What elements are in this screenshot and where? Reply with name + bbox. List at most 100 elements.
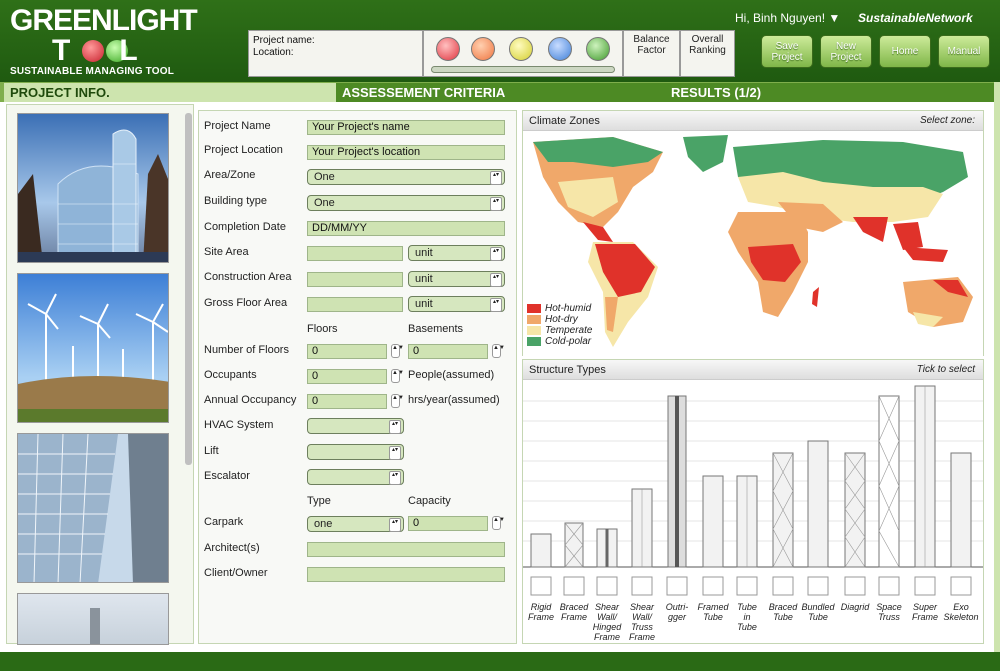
structure-label-2-line-3: Frame	[594, 632, 620, 642]
completion-date-input[interactable]: DD/MM/YY	[307, 221, 505, 236]
carpark-type-select[interactable]: one	[307, 516, 404, 532]
floors-stepper-icon[interactable]: ▲▼	[391, 344, 404, 358]
project-location-input[interactable]: Your Project's location	[307, 145, 505, 160]
gallery-scrollbar[interactable]	[185, 113, 192, 465]
structure-types-panel: Structure Types Tick to select Rigid Fra…	[522, 359, 984, 644]
footer-bar	[0, 652, 1000, 671]
braced-frame-drawing	[564, 522, 584, 568]
diagrid-drawing	[844, 452, 866, 568]
basements-input[interactable]: 0	[408, 344, 488, 359]
annual-occupancy-stepper-icon[interactable]: ▲▼	[391, 394, 404, 408]
structure-label-8-line-0: Bundled	[801, 602, 835, 612]
structure-label-0-line-0: Rigid	[531, 602, 553, 612]
lift-label: Lift	[204, 445, 219, 457]
structure-label-2-line-2: Hinged	[593, 622, 623, 632]
structure-labels: RigidFrameBracedFrameShearWall/HingedFra…	[528, 602, 979, 642]
floors-header: Floors	[307, 323, 338, 335]
chevron-down-icon[interactable]: ▼	[828, 11, 840, 25]
hvac-select[interactable]	[307, 418, 404, 434]
yellow-indicator-icon[interactable]	[509, 37, 533, 61]
tab-results[interactable]: RESULTS (1/2)	[665, 83, 995, 102]
architect-input[interactable]	[307, 542, 505, 557]
bundled-tube-checkbox[interactable]	[807, 576, 829, 596]
site-area-input[interactable]	[307, 246, 403, 261]
structure-label-4-line-0: Outri-	[666, 602, 689, 612]
save-project-button[interactable]: Save Project	[761, 35, 813, 68]
type-header: Type	[307, 495, 331, 507]
braced-frame-checkbox[interactable]	[563, 576, 585, 596]
photo-glass-tower[interactable]	[17, 113, 169, 263]
project-name-input[interactable]: Your Project's name	[307, 120, 505, 135]
structure-label-1-line-1: Frame	[561, 612, 587, 622]
new-project-button[interactable]: New Project	[820, 35, 872, 68]
area-zone-select[interactable]: One	[307, 169, 505, 185]
outrigger-checkbox[interactable]	[666, 576, 688, 596]
exo-skeleton-checkbox[interactable]	[950, 576, 972, 596]
tube-in-tube-checkbox[interactable]	[736, 576, 758, 596]
legend-temperate[interactable]: Temperate	[527, 325, 607, 336]
escalator-select[interactable]	[307, 469, 404, 485]
home-button[interactable]: Home	[879, 35, 931, 68]
lift-select[interactable]	[307, 444, 404, 460]
structure-label-9-line-0: Diagrid	[841, 602, 871, 612]
tab-project-info[interactable]: PROJECT INFO.	[4, 83, 336, 102]
carpark-stepper-icon[interactable]: ▲▼	[492, 516, 505, 530]
shear-wall-truss-checkbox[interactable]	[631, 576, 653, 596]
red-indicator-icon[interactable]	[436, 37, 460, 61]
location-label: Location:	[253, 47, 294, 58]
legend-hot-humid[interactable]: Hot-humid	[527, 303, 607, 314]
structure-label-7-line-1: Tube	[773, 612, 793, 622]
site-area-unit-select[interactable]: unit	[408, 245, 505, 261]
gross-floor-area-input[interactable]	[307, 297, 403, 312]
space-truss-checkbox[interactable]	[878, 576, 900, 596]
gross-floor-area-unit-select[interactable]: unit	[408, 296, 505, 312]
client-owner-input[interactable]	[307, 567, 505, 582]
occupants-stepper-icon[interactable]: ▲▼	[391, 369, 404, 383]
structure-label-11-line-0: Super	[913, 602, 938, 612]
occupants-input[interactable]: 0	[307, 369, 387, 384]
hot-dry-label: Hot-dry	[545, 314, 578, 325]
logo-title: GREENLIGHT	[10, 4, 198, 37]
floors-input[interactable]: 0	[307, 344, 387, 359]
rigid-frame-checkbox[interactable]	[530, 576, 552, 596]
project-name-label: Project Name	[204, 120, 271, 132]
green-indicator-icon[interactable]	[586, 37, 610, 61]
carpark-capacity-input[interactable]: 0	[408, 516, 488, 531]
construction-area-unit-select[interactable]: unit	[408, 271, 505, 287]
construction-area-input[interactable]	[307, 272, 403, 287]
diagrid-checkbox[interactable]	[844, 576, 866, 596]
area-zone-label: Area/Zone	[204, 169, 256, 181]
user-greeting[interactable]: Hi, Binh Nguyen! ▼	[735, 11, 840, 25]
super-frame-checkbox[interactable]	[914, 576, 936, 596]
legend-hot-dry[interactable]: Hot-dry	[527, 314, 607, 325]
hot-dry-swatch	[527, 315, 541, 324]
orange-indicator-icon[interactable]	[471, 37, 495, 61]
project-name-label: Project name:	[253, 35, 315, 46]
shear-wall-hinged-checkbox[interactable]	[596, 576, 618, 596]
building-type-select[interactable]: One	[307, 195, 505, 211]
structure-label-10-line-1: Truss	[878, 612, 900, 622]
basements-stepper-icon[interactable]: ▲▼	[492, 344, 505, 358]
braced-tube-checkbox[interactable]	[772, 576, 794, 596]
project-form: Project Name Your Project's name Project…	[198, 110, 517, 644]
skyline-image	[90, 608, 100, 644]
hvac-label: HVAC System	[204, 419, 274, 431]
building-type-label: Building type	[204, 195, 267, 207]
greeting-text: Hi, Binh Nguyen!	[735, 11, 826, 25]
blue-indicator-icon[interactable]	[548, 37, 572, 61]
photo-skyline[interactable]	[17, 593, 169, 645]
status-indicators	[423, 30, 623, 77]
framed-tube-checkbox[interactable]	[702, 576, 724, 596]
structure-label-10-line-0: Space	[876, 602, 902, 612]
manual-button[interactable]: Manual	[938, 35, 990, 68]
annual-occupancy-input[interactable]: 0	[307, 394, 387, 409]
select-zone-hint: Select zone:	[919, 115, 975, 126]
glass-tower-image	[18, 129, 168, 262]
photo-office-facade[interactable]	[17, 433, 169, 583]
tab-assessment-criteria[interactable]: ASSESSEMENT CRITERIA	[336, 83, 665, 102]
structure-label-3-line-3: Frame	[629, 632, 655, 642]
cold-polar-swatch	[527, 337, 541, 346]
photo-wind-turbines[interactable]	[17, 273, 169, 423]
legend-cold-polar[interactable]: Cold-polar	[527, 336, 607, 347]
structure-label-4-line-1: gger	[668, 612, 687, 622]
